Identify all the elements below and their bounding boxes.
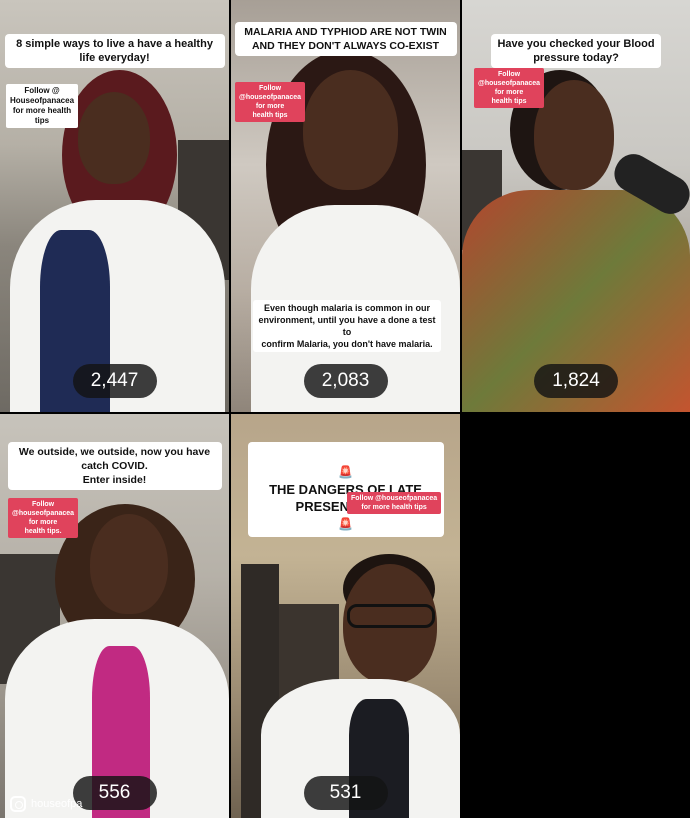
reel-tile-2[interactable]: MALARIA AND TYPHIOD ARE NOT TWIN AND THE… xyxy=(231,0,460,412)
reel-caption: Have you checked your Blood pressure tod… xyxy=(491,34,661,68)
reel-tile-4[interactable]: We outside, we outside, now you have cat… xyxy=(0,414,229,818)
follow-tag: Follow @houseofpanacea for more health t… xyxy=(347,492,442,514)
view-count: 2,083 xyxy=(303,364,388,398)
view-count: 556 xyxy=(72,776,157,810)
reel-caption: 🚨 THE DANGERS OF LATE PRESENTATION 🚨 xyxy=(247,442,444,537)
person-face xyxy=(534,80,614,190)
eyeglasses xyxy=(347,604,435,628)
person-face xyxy=(90,514,168,614)
reel-tile-1[interactable]: 8 simple ways to live a have a healthy l… xyxy=(0,0,229,412)
follow-tag: Follow @houseofpanacea for more health t… xyxy=(8,498,79,538)
follow-tag: Follow @ Houseofpanacea for more health … xyxy=(6,84,79,128)
siren-icon: 🚨 xyxy=(338,465,353,479)
reels-grid: 8 simple ways to live a have a healthy l… xyxy=(0,0,690,818)
siren-icon: 🚨 xyxy=(338,517,353,531)
follow-tag: Follow @houseofpanacea for more health t… xyxy=(235,82,306,122)
reel-caption: MALARIA AND TYPHIOD ARE NOT TWIN AND THE… xyxy=(234,22,457,56)
account-handle: houseofpa xyxy=(31,798,83,810)
view-count: 531 xyxy=(303,776,388,810)
reel-tile-5[interactable]: 🚨 THE DANGERS OF LATE PRESENTATION 🚨 Fol… xyxy=(231,414,460,818)
follow-tag: Follow @houseofpanacea for more health t… xyxy=(474,68,545,108)
reel-caption: 8 simple ways to live a have a healthy l… xyxy=(4,34,225,68)
reel-subtitle: Even though malaria is common in our env… xyxy=(253,300,441,352)
instagram-icon xyxy=(10,796,26,812)
view-count: 1,824 xyxy=(534,364,618,398)
view-count: 2,447 xyxy=(72,364,157,398)
account-watermark: houseofpa xyxy=(10,796,82,812)
reel-caption: We outside, we outside, now you have cat… xyxy=(7,442,222,490)
person-face xyxy=(303,70,398,190)
reel-tile-3[interactable]: Have you checked your Blood pressure tod… xyxy=(462,0,690,412)
person-face xyxy=(78,92,150,184)
